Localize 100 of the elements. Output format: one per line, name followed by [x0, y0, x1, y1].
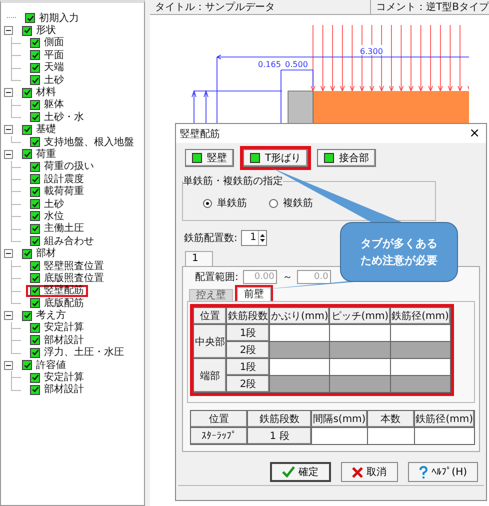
checkbox[interactable]	[30, 348, 40, 358]
radio-option[interactable]: 単鉄筋	[203, 196, 247, 210]
cancel-button[interactable]: 取消	[340, 462, 398, 482]
checkbox[interactable]	[30, 100, 40, 110]
input-cell[interactable]	[270, 324, 330, 342]
tab[interactable]: 前壁	[237, 287, 271, 302]
input-cell[interactable]	[330, 324, 390, 342]
checkbox[interactable]	[30, 372, 40, 383]
tree-item[interactable]: 側面	[44, 37, 64, 48]
tree-item[interactable]: 躯体	[44, 99, 64, 110]
input-cell[interactable]	[330, 342, 390, 359]
checkbox[interactable]	[30, 137, 40, 148]
checkbox[interactable]	[30, 199, 40, 210]
input-cell[interactable]	[330, 358, 390, 376]
checkbox[interactable]	[22, 124, 32, 135]
tree-item[interactable]: 底版照査位置	[44, 272, 104, 284]
tree-item[interactable]: 土砂	[44, 198, 64, 210]
input-cell[interactable]	[270, 358, 330, 376]
checkbox[interactable]	[30, 224, 40, 234]
tree-item[interactable]: 初期入力	[39, 12, 79, 24]
part-button[interactable]: T形ばり	[243, 149, 308, 168]
tree-item[interactable]: 部材設計	[44, 384, 84, 396]
checkbox[interactable]	[30, 286, 40, 296]
spin-field[interactable]: 1	[241, 230, 268, 246]
tree-item[interactable]: 水位	[44, 210, 64, 222]
tree-item[interactable]: 許容値	[36, 360, 66, 371]
row-header: ｽﾀｰﾗｯﾌﾟ	[190, 428, 248, 445]
group-label: 単鉄筋・複鉄筋の指定	[183, 174, 283, 188]
checkbox[interactable]	[30, 50, 40, 60]
radio-option[interactable]: 複鉄筋	[269, 196, 313, 210]
tree-item[interactable]: 組み合わせ	[44, 236, 94, 247]
checkbox[interactable]	[30, 112, 40, 122]
tree-item[interactable]: 平面	[44, 50, 64, 61]
tree-item[interactable]: 浮力、土圧・水圧	[44, 347, 124, 358]
collapse-toggle[interactable]	[4, 360, 13, 370]
radio-button[interactable]	[269, 198, 278, 208]
tree-item[interactable]: 天端	[44, 62, 64, 74]
input-cell[interactable]	[312, 428, 368, 445]
checkbox[interactable]	[30, 335, 40, 346]
checkbox[interactable]	[30, 236, 40, 246]
checkbox[interactable]	[22, 149, 32, 160]
checkbox[interactable]	[30, 38, 40, 48]
checkbox[interactable]	[30, 273, 40, 284]
tree-item[interactable]: 安定計算	[44, 372, 84, 384]
collapse-toggle[interactable]	[4, 150, 13, 159]
input-cell[interactable]	[330, 376, 390, 393]
checkbox[interactable]	[30, 384, 40, 395]
tree-item[interactable]: 荷重の扱い	[44, 161, 94, 172]
input-cell[interactable]	[390, 342, 450, 359]
checkbox[interactable]	[30, 211, 40, 222]
tree-item[interactable]: 底版配筋	[44, 298, 84, 309]
ok-button[interactable]: 確定	[270, 462, 331, 482]
radio-button[interactable]	[203, 198, 212, 208]
collapse-toggle[interactable]	[4, 249, 13, 258]
input-cell[interactable]	[414, 428, 474, 445]
tab[interactable]: 1	[185, 251, 214, 266]
tree-item[interactable]: 土砂	[44, 74, 64, 86]
input-cell[interactable]	[367, 428, 414, 445]
part-button[interactable]: 竪壁	[185, 149, 234, 168]
tree-item[interactable]: 支持地盤、根入地盤	[44, 136, 134, 148]
checkbox[interactable]	[30, 75, 40, 86]
tree-item[interactable]: 竪壁配筋	[44, 285, 84, 296]
checkbox[interactable]	[25, 13, 35, 24]
checkbox[interactable]	[22, 310, 32, 321]
load-arrow	[350, 24, 355, 92]
close-button[interactable]: ×	[463, 126, 486, 142]
tree-item[interactable]: 竪壁照査位置	[44, 260, 104, 272]
checkbox[interactable]	[30, 174, 40, 184]
input-cell[interactable]	[390, 376, 450, 393]
checkbox[interactable]	[30, 322, 40, 333]
tree-item[interactable]: 設計震度	[44, 174, 84, 185]
help-button[interactable]: ﾍﾙﾌﾟ(H)	[408, 462, 478, 482]
collapse-toggle[interactable]	[4, 125, 13, 134]
checkbox[interactable]	[22, 248, 32, 259]
tree-item[interactable]: 形状	[36, 25, 56, 36]
tab[interactable]: 控え壁	[189, 289, 233, 302]
tree-item[interactable]: 基礎	[36, 124, 56, 136]
tree-item[interactable]: 土砂・水	[44, 112, 84, 123]
checkbox[interactable]	[30, 186, 40, 197]
tree-item[interactable]: 安定計算	[44, 322, 84, 334]
checkbox[interactable]	[22, 360, 32, 370]
tree-item[interactable]: 荷重	[36, 148, 56, 160]
input-cell[interactable]	[390, 324, 450, 342]
part-button[interactable]: 接合部	[317, 149, 376, 168]
tree-item[interactable]: 主働土圧	[44, 223, 84, 234]
tree-item[interactable]: 考え方	[36, 310, 66, 322]
tree-item[interactable]: 部材	[36, 248, 56, 260]
tree-item[interactable]: 部材設計	[44, 334, 84, 346]
checkbox[interactable]	[30, 261, 40, 271]
tree-item[interactable]: 材料	[36, 87, 56, 98]
collapse-toggle[interactable]	[4, 26, 13, 36]
checkbox[interactable]	[22, 26, 32, 36]
collapse-toggle[interactable]	[4, 88, 13, 98]
checkbox[interactable]	[30, 62, 40, 73]
tree-item[interactable]: 載荷荷重	[44, 186, 84, 198]
checkbox[interactable]	[30, 298, 40, 308]
checkbox[interactable]	[30, 162, 40, 172]
collapse-toggle[interactable]	[4, 311, 13, 320]
checkbox[interactable]	[22, 88, 32, 98]
input-cell[interactable]	[390, 358, 450, 376]
